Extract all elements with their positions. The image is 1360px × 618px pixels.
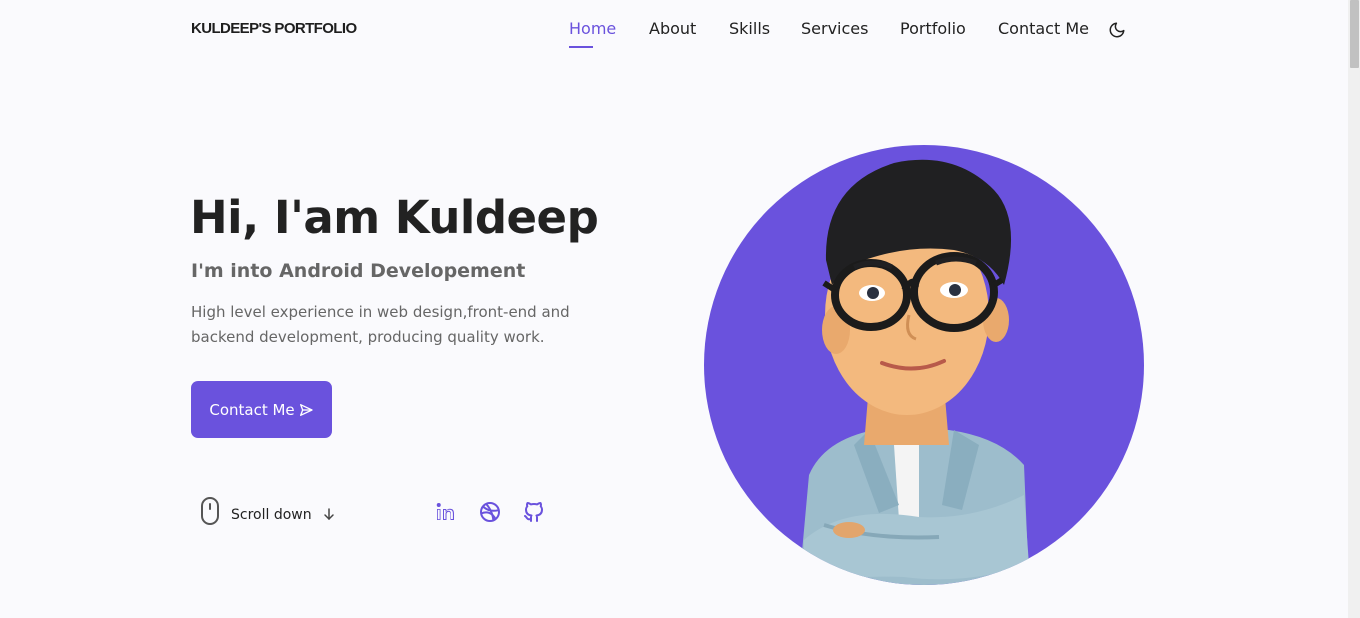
hero-title: Hi, I'am Kuldeep [190,191,599,244]
nav-services[interactable]: Services [801,19,868,38]
page-scrollbar[interactable] [1348,0,1360,618]
contact-me-button-label: Contact Me [209,400,295,419]
page: KULDEEP'S PORTFOLIO Home About Skills Se… [0,0,1360,618]
site-logo[interactable]: KULDEEP'S PORTFOLIO [191,20,357,37]
active-nav-underline [569,46,593,48]
moon-icon[interactable] [1108,21,1126,39]
nav-skills[interactable]: Skills [729,19,770,38]
hero-description-line-1: High level experience in web design,fron… [191,303,570,321]
contact-me-button[interactable]: Contact Me [191,381,332,438]
github-icon[interactable] [522,500,546,524]
hero-description-line-2: backend development, producing quality w… [191,328,545,346]
scrollbar-thumb[interactable] [1350,0,1359,68]
nav-portfolio[interactable]: Portfolio [900,19,966,38]
scroll-down-link[interactable]: Scroll down [199,497,336,525]
nav-home[interactable]: Home [569,19,616,38]
nav-contact-me[interactable]: Contact Me [998,19,1089,38]
hero-subtitle: I'm into Android Developement [191,260,526,282]
linkedin-icon[interactable] [434,500,458,524]
profile-avatar [704,145,1144,585]
nav-about[interactable]: About [649,19,696,38]
mouse-icon [201,497,219,525]
hero-description: High level experience in web design,fron… [191,300,611,350]
scroll-down-label: Scroll down [231,507,312,523]
dribbble-icon[interactable] [478,500,502,524]
send-icon [299,403,313,416]
arrow-down-icon [323,508,334,521]
